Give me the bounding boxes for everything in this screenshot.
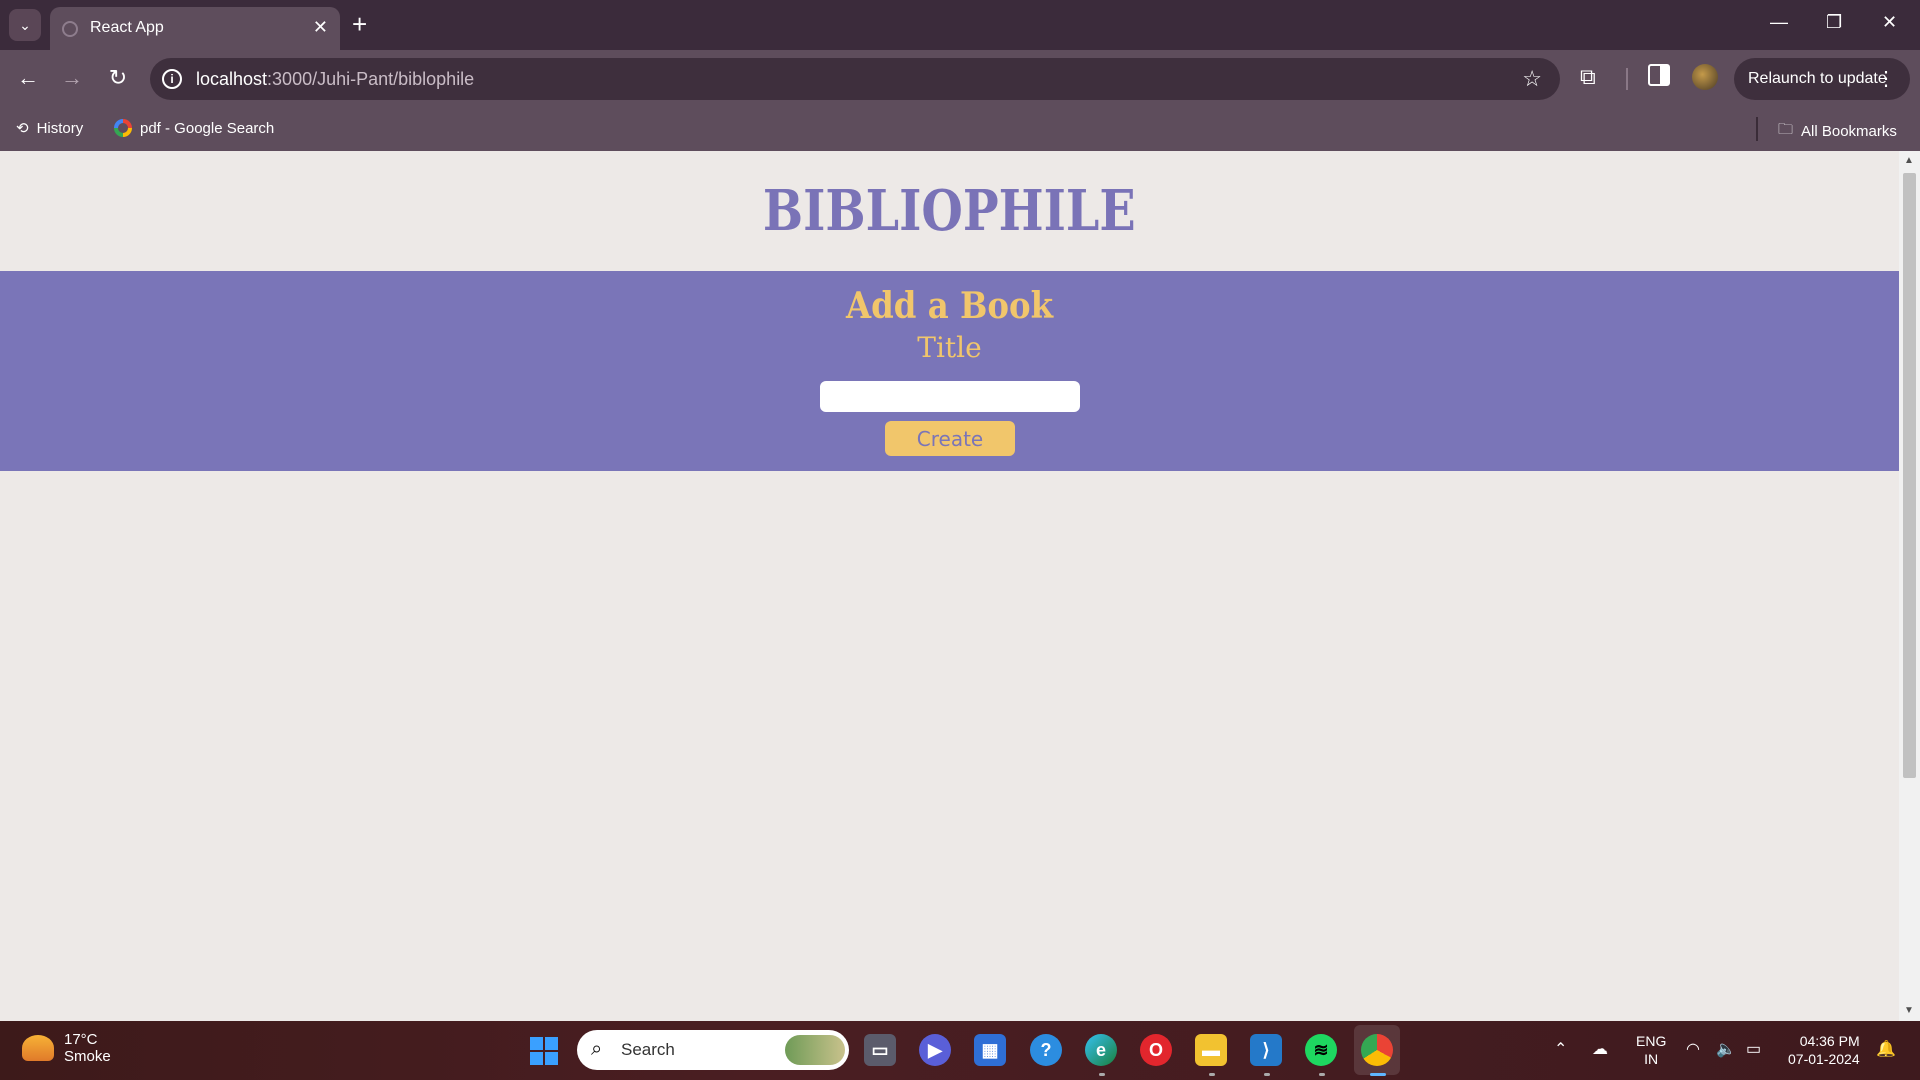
search-icon: ⌕ [591, 1038, 603, 1060]
spotify-running-indicator [1319, 1073, 1325, 1076]
restore-icon[interactable]: ❐ [1826, 12, 1842, 33]
profile-avatar[interactable] [1692, 64, 1718, 90]
tab-react-app[interactable]: React App ✕ [50, 7, 340, 50]
minimize-icon[interactable]: — [1770, 12, 1788, 33]
google-icon [114, 119, 132, 137]
relaunch-label: Relaunch to update [1748, 70, 1887, 87]
store-icon[interactable]: ▦ [974, 1034, 1006, 1066]
new-tab-icon[interactable]: + [352, 10, 367, 38]
weather-desc: Smoke [64, 1048, 111, 1065]
chrome-icon[interactable] [1361, 1034, 1393, 1066]
taskbar: 17°C Smoke ⌕ Search ▭ ▶ ▦ ? e O ▬ ⟩ ≋ ⌃ … [0, 1021, 1920, 1080]
close-window-icon[interactable]: ✕ [1882, 12, 1897, 33]
tab-search-button[interactable]: ⌄ [9, 9, 41, 41]
system-clock[interactable]: 04:36 PM 07-01-2024 [1788, 1032, 1860, 1068]
edge-icon[interactable]: e [1085, 1034, 1117, 1066]
clock-date: 07-01-2024 [1788, 1051, 1860, 1067]
opera-icon[interactable]: O [1140, 1034, 1172, 1066]
globe-icon [62, 21, 78, 37]
reload-icon[interactable]: ↻ [104, 64, 132, 92]
wifi-icon[interactable]: ◠ [1686, 1039, 1700, 1059]
clock-time: 04:36 PM [1799, 1033, 1860, 1049]
all-bookmarks-button[interactable]: 🗀 All Bookmarks [1778, 119, 1897, 144]
spotify-icon[interactable]: ≋ [1305, 1034, 1337, 1066]
chevron-up-icon[interactable]: ⌃ [1554, 1039, 1567, 1059]
explorer-running-indicator [1209, 1073, 1215, 1076]
chevron-down-icon: ⌄ [19, 16, 31, 33]
create-button[interactable]: Create [885, 421, 1015, 456]
windows-start-icon[interactable] [530, 1037, 558, 1065]
side-panel-icon[interactable] [1648, 64, 1670, 86]
browser-toolbar: ← → ↻ i localhost:3000/Juhi-Pant/bibloph… [0, 50, 1920, 107]
weather-icon [22, 1035, 54, 1061]
menu-dots-icon[interactable]: ⋮ [1876, 66, 1896, 91]
bookmarks-divider [1756, 117, 1758, 141]
onedrive-icon[interactable]: ☁ [1592, 1039, 1608, 1059]
chrome-running-indicator [1370, 1073, 1386, 1076]
back-icon[interactable]: ← [14, 64, 42, 92]
volume-icon[interactable]: 🔈 [1716, 1039, 1736, 1059]
meet-icon[interactable]: ▶ [919, 1034, 951, 1066]
taskbar-search[interactable]: ⌕ Search [577, 1030, 849, 1070]
url-text[interactable]: localhost:3000/Juhi-Pant/biblophile [196, 69, 474, 90]
weather-temp: 17°C [64, 1031, 98, 1048]
edge-running-indicator [1099, 1073, 1105, 1076]
page-scrollbar[interactable]: ▲ ▼ [1899, 151, 1920, 1021]
close-tab-icon[interactable]: ✕ [313, 17, 328, 38]
file-explorer-icon[interactable]: ▬ [1195, 1034, 1227, 1066]
title-input[interactable] [820, 381, 1080, 412]
tab-strip: ⌄ React App ✕ + — ❐ ✕ [0, 0, 1920, 50]
forward-icon[interactable]: → [58, 64, 86, 92]
search-highlight-image [785, 1035, 845, 1065]
add-book-form: Add a Book Title Create [0, 271, 1899, 471]
bookmark-star-icon[interactable]: ☆ [1522, 66, 1542, 92]
bookmark-history[interactable]: ⟲ History [16, 119, 83, 138]
task-view-icon[interactable]: ▭ [864, 1034, 896, 1066]
notification-bell-icon[interactable]: 🔔 [1876, 1039, 1896, 1059]
history-icon: ⟲ [16, 120, 29, 137]
weather-widget[interactable]: 17°C Smoke [22, 1031, 111, 1065]
brand-title: BIBLIOPHILE [763, 178, 1136, 244]
tab-title: React App [90, 19, 164, 36]
page-viewport: BIBLIOPHILE Add a Book Title Create [0, 151, 1899, 1021]
help-icon[interactable]: ? [1030, 1034, 1062, 1066]
vscode-icon[interactable]: ⟩ [1250, 1034, 1282, 1066]
title-label: Title [917, 331, 982, 364]
site-header: BIBLIOPHILE [0, 151, 1899, 271]
toolbar-divider [1626, 68, 1628, 90]
site-info-icon[interactable]: i [162, 69, 182, 89]
bookmarks-bar: ⟲ History pdf - Google Search 🗀 All Book… [0, 107, 1920, 151]
bookmark-pdf-google-search[interactable]: pdf - Google Search [114, 119, 274, 137]
scroll-down-icon[interactable]: ▼ [1904, 1005, 1914, 1016]
vscode-running-indicator [1264, 1073, 1270, 1076]
scroll-up-icon[interactable]: ▲ [1904, 155, 1914, 166]
relaunch-button[interactable]: Relaunch to update ⋮ [1734, 58, 1910, 100]
folder-icon: 🗀 [1778, 121, 1794, 138]
form-heading: Add a Book [845, 285, 1054, 327]
language-indicator[interactable]: ENG IN [1636, 1032, 1666, 1068]
extensions-icon[interactable]: ⧉ [1580, 64, 1596, 90]
search-placeholder: Search [621, 1040, 675, 1059]
scroll-thumb[interactable] [1903, 173, 1916, 778]
battery-icon[interactable]: ▭ [1746, 1039, 1761, 1059]
address-bar[interactable]: i localhost:3000/Juhi-Pant/biblophile ☆ [150, 58, 1560, 100]
